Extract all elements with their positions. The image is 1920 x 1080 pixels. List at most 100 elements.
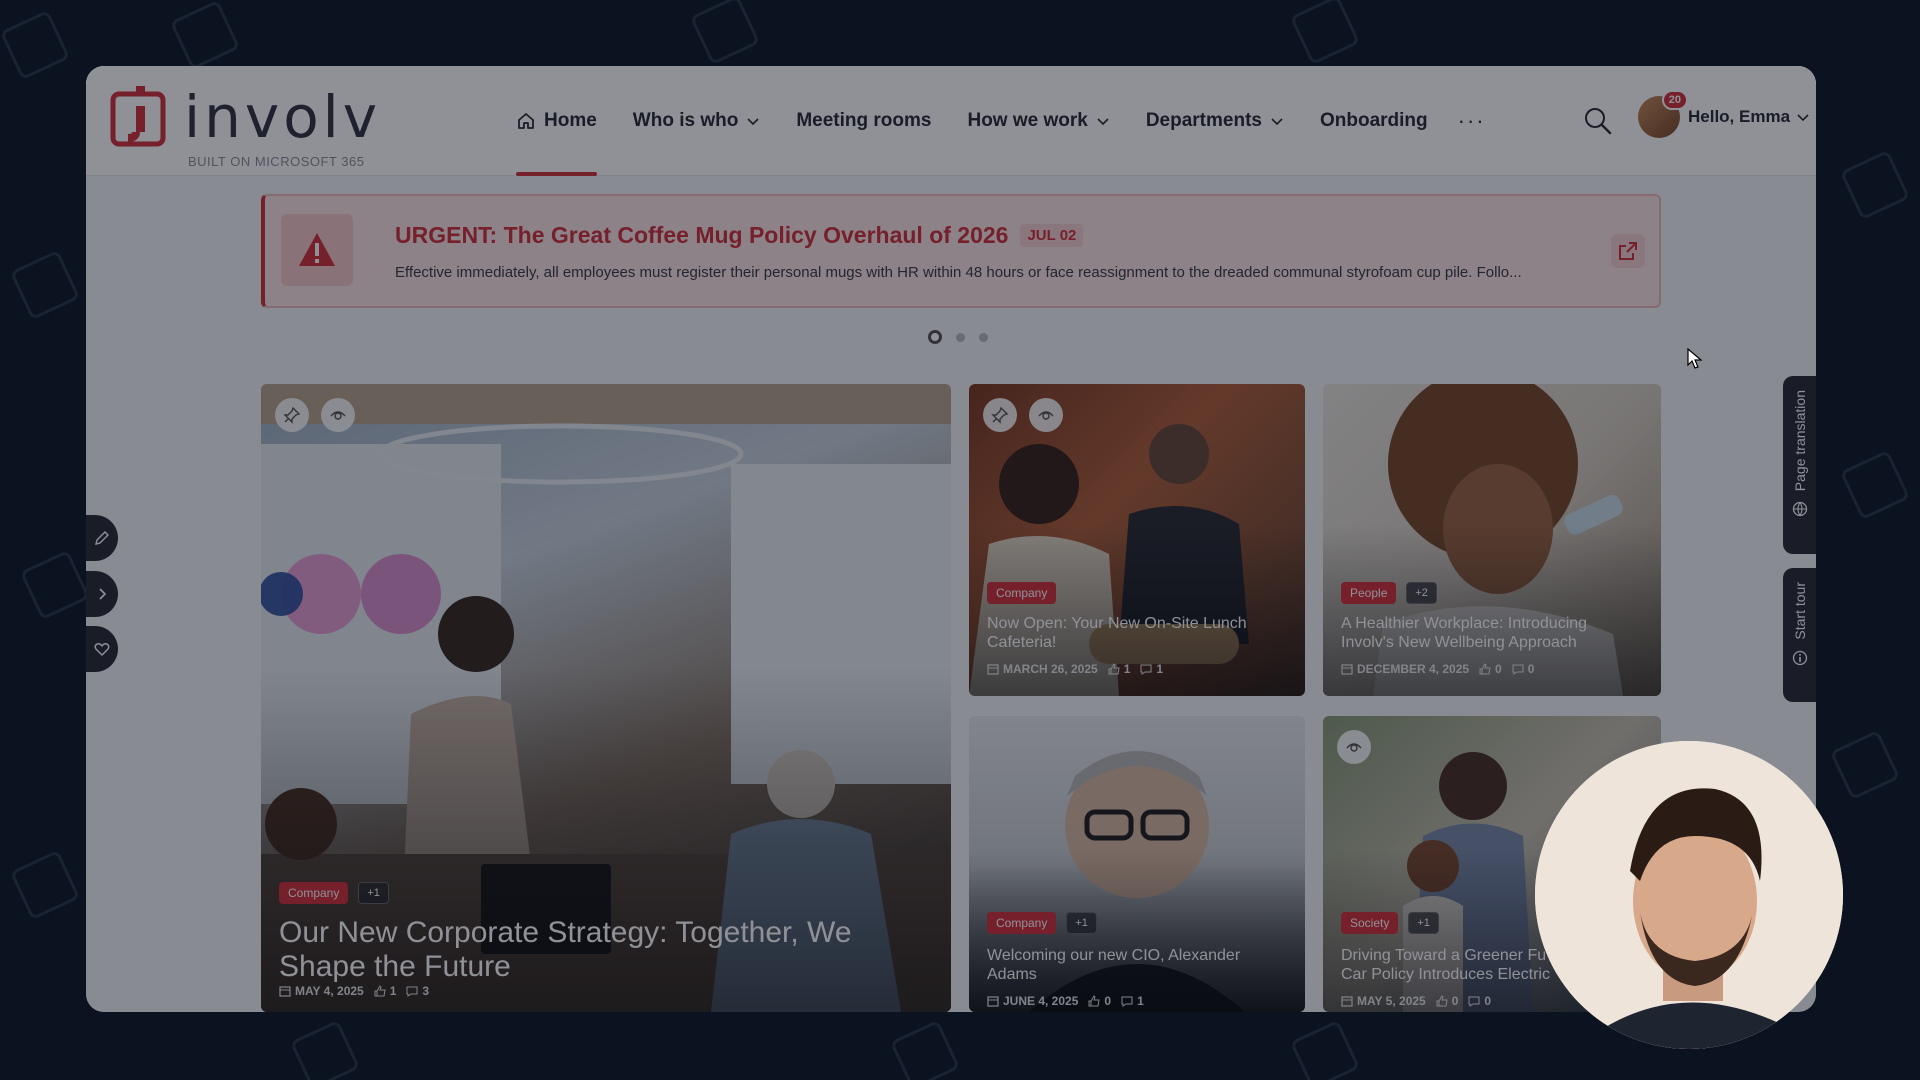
favorite-button[interactable] — [86, 626, 118, 672]
card-likes[interactable]: 1 — [1108, 662, 1130, 676]
news-card[interactable]: People +2 A Healthier Workplace: Introdu… — [1323, 384, 1661, 696]
card-likes[interactable]: 0 — [1088, 994, 1111, 1008]
visibility-button[interactable] — [1337, 730, 1371, 764]
alert-title-text: URGENT: The Great Coffee Mug Policy Over… — [395, 222, 1009, 248]
chevron-down-icon — [1097, 118, 1109, 126]
start-tour-tab[interactable]: Start tour — [1783, 568, 1816, 702]
visibility-button[interactable] — [1029, 398, 1063, 432]
nav-item-departments[interactable]: Departments — [1146, 66, 1284, 176]
more-tags-badge[interactable]: +2 — [1406, 582, 1437, 604]
calendar-icon — [987, 996, 999, 1007]
card-title[interactable]: Welcoming our new CIO, Alexander Adams — [987, 946, 1287, 984]
news-card[interactable]: Company Now Open: Your New On-Site Lunch… — [969, 384, 1305, 696]
info-icon — [1792, 650, 1807, 665]
urgent-alert-banner[interactable]: URGENT: The Great Coffee Mug Policy Over… — [261, 194, 1661, 308]
nav-item-who-is-who[interactable]: Who is who — [633, 66, 761, 176]
avatar: 20 — [1638, 90, 1688, 138]
category-tag[interactable]: Company — [279, 882, 349, 904]
card-title[interactable]: Our New Corporate Strategy: Together, We… — [279, 916, 899, 984]
card-date: JUNE 4, 2025 — [987, 994, 1078, 1008]
user-menu[interactable]: 20 Hello, Emma — [1638, 90, 1810, 138]
chevron-down-icon — [747, 118, 759, 126]
thumbs-up-icon — [1088, 995, 1100, 1007]
mouse-cursor-icon — [1687, 348, 1703, 369]
logo-wordmark: involv — [184, 83, 382, 151]
start-tour-label: Start tour — [1791, 582, 1808, 640]
calendar-icon — [1341, 664, 1353, 675]
card-meta: MAY 4, 2025 1 3 — [279, 984, 439, 998]
news-card[interactable]: Company +1 Welcoming our new CIO, Alexan… — [969, 716, 1305, 1012]
search-icon[interactable] — [1583, 106, 1613, 136]
nav-item-meeting-rooms[interactable]: Meeting rooms — [796, 66, 931, 176]
more-tags-badge[interactable]: +1 — [1408, 912, 1439, 934]
nav-item-home[interactable]: Home — [516, 66, 597, 176]
eye-icon — [1346, 743, 1362, 752]
alert-date-badge: JUL 02 — [1020, 224, 1084, 247]
eye-icon — [1038, 411, 1054, 420]
alert-body: Effective immediately, all employees mus… — [395, 264, 1522, 281]
nav-label-meeting-rooms: Meeting rooms — [796, 110, 932, 131]
card-tags: People +2 — [1341, 582, 1437, 604]
card-comments[interactable]: 1 — [1140, 662, 1163, 676]
comment-icon — [1140, 664, 1152, 675]
news-card-featured[interactable]: Company +1 Our New Corporate Strategy: T… — [261, 384, 951, 1012]
logo[interactable]: involv BUILT ON MICROSOFT 365 — [110, 83, 382, 169]
pin-icon — [991, 406, 1009, 424]
card-comments[interactable]: 0 — [1468, 994, 1491, 1008]
card-comments[interactable]: 1 — [1121, 994, 1144, 1008]
category-tag[interactable]: People — [1341, 582, 1397, 604]
expand-panel-button[interactable] — [86, 571, 118, 617]
more-tags-badge[interactable]: +1 — [1066, 912, 1097, 934]
logo-mark-icon — [110, 86, 166, 147]
site-header: involv BUILT ON MICROSOFT 365 Home Who i… — [86, 66, 1816, 176]
card-comments[interactable]: 0 — [1512, 662, 1534, 676]
alert-title[interactable]: URGENT: The Great Coffee Mug Policy Over… — [395, 222, 1084, 249]
chevron-down-icon — [1271, 118, 1283, 126]
category-tag[interactable]: Company — [987, 582, 1057, 604]
category-tag[interactable]: Society — [1341, 912, 1399, 934]
external-link-icon — [1619, 242, 1637, 260]
open-external-button[interactable] — [1611, 234, 1645, 268]
nav-more-button[interactable]: ··· — [1458, 108, 1486, 134]
carousel-dot-1[interactable] — [928, 330, 942, 344]
calendar-icon — [1341, 996, 1353, 1007]
thumbs-up-icon — [1479, 663, 1491, 675]
calendar-icon — [279, 986, 291, 997]
thumbs-up-icon — [1108, 663, 1120, 675]
card-date: DECEMBER 4, 2025 — [1341, 662, 1469, 676]
pin-icon — [283, 406, 301, 424]
nav-item-how-we-work[interactable]: How we work — [967, 66, 1109, 176]
chevron-down-icon — [1797, 114, 1809, 122]
card-likes[interactable]: 0 — [1479, 662, 1502, 676]
heart-icon — [94, 643, 110, 656]
notification-badge: 20 — [1661, 90, 1688, 110]
edit-page-button[interactable] — [86, 515, 118, 561]
card-title[interactable]: A Healthier Workplace: Introducing Invol… — [1341, 614, 1641, 652]
nav-item-onboarding[interactable]: Onboarding — [1320, 66, 1428, 176]
nav-label-home: Home — [544, 110, 597, 131]
pin-button[interactable] — [983, 398, 1017, 432]
card-tags: Company — [987, 582, 1066, 604]
card-comments[interactable]: 3 — [406, 984, 429, 998]
pin-button[interactable] — [275, 398, 309, 432]
card-likes[interactable]: 1 — [374, 984, 396, 998]
carousel-pagination — [928, 330, 1002, 344]
comment-icon — [406, 986, 418, 997]
card-meta: MARCH 26, 2025 1 1 — [987, 662, 1173, 676]
category-tag[interactable]: Company — [987, 912, 1057, 934]
card-tags: Company +1 — [279, 882, 389, 904]
card-likes[interactable]: 0 — [1436, 994, 1458, 1008]
user-greeting: Hello, Emma — [1688, 107, 1791, 126]
card-title[interactable]: Driving Toward a Greener Fu Car Policy I… — [1341, 946, 1571, 984]
chevron-right-icon — [99, 588, 107, 600]
visibility-button[interactable] — [321, 398, 355, 432]
nav-label-how-we-work: How we work — [967, 110, 1088, 131]
more-tags-badge[interactable]: +1 — [358, 882, 389, 904]
page-translation-tab[interactable]: Page translation — [1783, 376, 1816, 554]
main-nav: Home Who is who Meeting rooms How we wor… — [516, 66, 1486, 176]
card-date: MAY 4, 2025 — [279, 984, 364, 998]
card-title[interactable]: Now Open: Your New On-Site Lunch Cafeter… — [987, 614, 1287, 652]
carousel-dot-3[interactable] — [979, 332, 988, 342]
comment-icon — [1512, 664, 1524, 675]
carousel-dot-2[interactable] — [956, 332, 965, 342]
